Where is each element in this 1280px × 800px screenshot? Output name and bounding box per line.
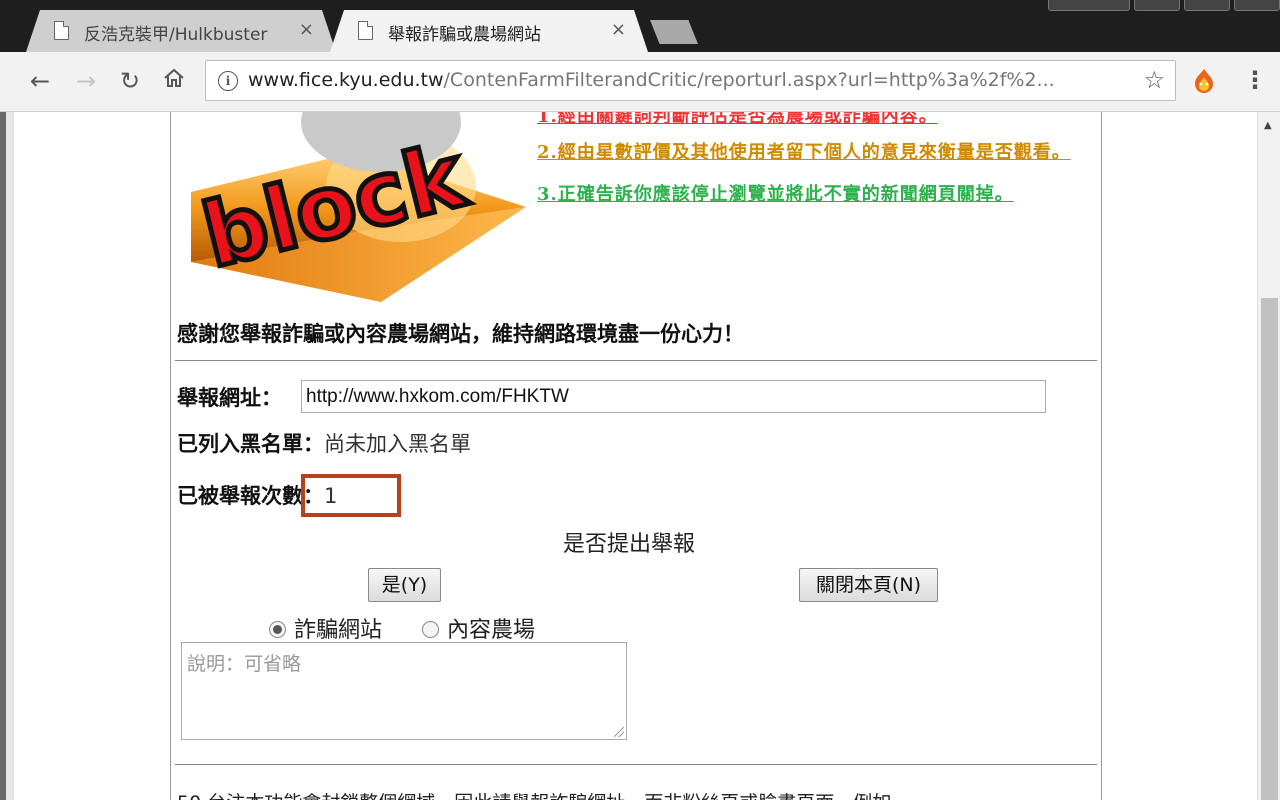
divider [175,764,1097,765]
radio-fraud-site[interactable]: 詐騙網站 [269,612,382,644]
info-icon[interactable]: i [218,71,238,91]
page-icon [358,21,373,40]
banner-note: 1.經由關鍵詞判斷評估是否為農場或詐騙內容。 [537,112,938,127]
scrollbar-thumb[interactable] [1261,298,1278,800]
address-bar[interactable]: i www.fice.kyu.edu.tw/ContenFarmFilteran… [205,60,1176,101]
vertical-scrollbar[interactable]: ▲ [1257,112,1280,800]
page-icon [54,21,69,40]
tab-hulkbuster[interactable]: 反浩克裝甲/Hulkbuster × [26,10,336,52]
description-textarea[interactable]: 說明：可省略 [181,642,627,740]
yes-button[interactable]: 是(Y) [368,568,441,602]
background-window-edge [6,112,14,800]
close-window-button[interactable] [1234,0,1280,11]
window-titlebar: 反浩克裝甲/Hulkbuster × 舉報詐騙或農場網站 × [0,0,1280,52]
page-viewport: block 1.經由關鍵詞判斷評估是否為農場或詐騙內容。 2.經由星數評價及其他… [0,112,1280,800]
report-url-input[interactable] [301,380,1046,413]
tab-report-site[interactable]: 舉報詐騙或農場網站 × [330,10,648,52]
report-panel: block 1.經由關鍵詞判斷評估是否為農場或詐騙內容。 2.經由星數評價及其他… [170,112,1102,800]
home-icon[interactable] [163,66,185,96]
extension-icon[interactable] [1190,67,1218,95]
banner-note: 3.正確告訴你應該停止瀏覽並將此不實的新聞網頁關掉。 [537,184,1014,205]
blacklist-status: 尚未加入黑名單 [324,432,471,456]
radio-dot[interactable] [269,620,286,638]
radio-farm-label: 內容農場 [447,618,536,643]
radio-fraud-label: 詐騙網站 [294,618,383,643]
minimize-button[interactable] [1134,0,1180,11]
radio-dot[interactable] [422,620,439,638]
block-logo: block [181,112,531,302]
annotation-highlight-box [301,474,401,517]
forward-icon[interactable]: → [76,66,96,96]
reload-icon[interactable]: ↻ [120,66,140,96]
resize-grip-icon[interactable] [614,727,624,737]
new-tab-button[interactable] [650,20,698,44]
scroll-up-icon[interactable]: ▲ [1264,120,1272,131]
description-placeholder: 說明：可省略 [187,653,302,675]
banner-note: 2.經由星數評價及其他使用者留下個人的意見來衡量是否觀看。 [537,142,1071,163]
back-icon[interactable]: ← [30,66,50,96]
window-controls [1044,0,1280,11]
close-icon[interactable]: × [611,19,626,40]
tab-title: 舉報詐騙或農場網站 [388,25,541,45]
close-icon[interactable]: × [299,19,314,40]
menu-icon[interactable]: ⋮ [1243,65,1267,95]
browser-toolbar: ← → ↻ i www.fice.kyu.edu.tw/ContenFarmFi… [0,52,1280,112]
blacklist-label: 已列入黑名單： [177,432,324,456]
star-icon[interactable]: ☆ [1143,66,1165,94]
close-page-button[interactable]: 關閉本頁(N) [799,568,938,602]
url-text: www.fice.kyu.edu.tw/ContenFarmFilterandC… [248,69,1055,91]
tab-title: 反浩克裝甲/Hulkbuster [84,25,268,45]
divider [175,360,1097,361]
report-question: 是否提出舉報 [563,532,696,557]
radio-content-farm[interactable]: 內容農場 [422,612,535,644]
user-badge[interactable] [1048,0,1130,11]
maximize-button[interactable] [1184,0,1230,11]
report-url-label: 舉報網址： [177,386,282,410]
footer-note: 50 台注本功能會封鎖整個網域，因此請舉報詐騙網址，而非粉絲頁或臉書頁面。例如 [177,788,891,800]
thanks-heading: 感謝您舉報詐騙或內容農場網站，維持網路環境盡一份心力！ [177,322,744,346]
blacklist-row: 已列入黑名單：尚未加入黑名單 [177,428,471,458]
